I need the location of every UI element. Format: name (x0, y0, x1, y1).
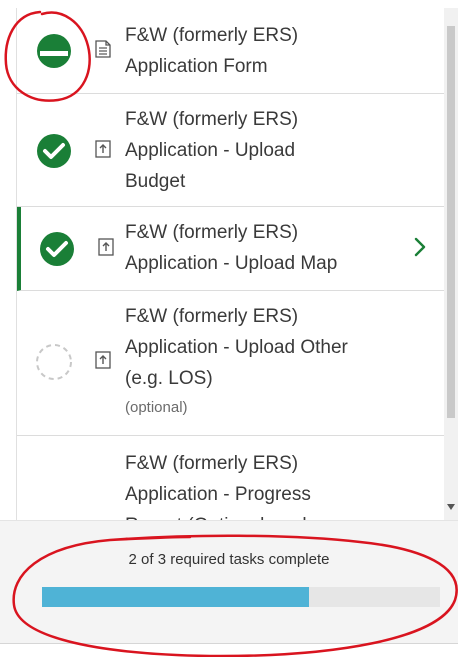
progress-label: 2 of 3 required tasks complete (128, 551, 330, 568)
not-started-status-icon (36, 344, 72, 380)
task-line: F&W (formerly ERS) (125, 306, 299, 327)
task-line: Budget (125, 171, 186, 192)
progress-footer: 2 of 3 required tasks complete (0, 520, 458, 644)
task-line: Application - Upload (125, 140, 296, 161)
scrollbar-thumb[interactable] (447, 26, 455, 418)
task-label: F&W (formerly ERS) Application - Upload … (125, 104, 409, 197)
optional-label: (optional) (125, 399, 188, 416)
task-line: Application - Upload Map (125, 253, 338, 274)
task-label: F&W (formerly ERS) Application Form (125, 20, 409, 82)
task-item[interactable]: F&W (formerly ERS) Application - Upload … (17, 291, 445, 436)
task-list: F&W (formerly ERS) Application Form F&W … (16, 8, 446, 520)
progress-bar-fill (42, 587, 309, 607)
upload-icon (98, 238, 114, 256)
task-line: (e.g. LOS) (125, 368, 213, 389)
task-item[interactable]: F&W (formerly ERS) Application Form (17, 8, 445, 94)
upload-icon (95, 351, 111, 369)
task-line: Application - Upload Other (125, 337, 348, 358)
document-icon (95, 40, 111, 58)
scroll-down-arrow-icon[interactable] (447, 504, 455, 510)
scrollbar[interactable] (444, 8, 458, 520)
divider (0, 643, 458, 644)
check-circle-icon (37, 134, 71, 168)
task-label: F&W (formerly ERS) Application - Progres… (125, 448, 409, 520)
task-line: F&W (formerly ERS) (125, 25, 299, 46)
task-line: F&W (formerly ERS) (125, 109, 299, 130)
progress-bar (42, 587, 440, 607)
partial-status-icon (37, 34, 71, 68)
task-item[interactable]: F&W (formerly ERS) Application - Progres… (17, 436, 445, 520)
upload-icon (95, 140, 111, 158)
task-line: F&W (formerly ERS) (125, 453, 299, 474)
task-line: F&W (formerly ERS) (125, 222, 299, 243)
task-line: Report (Optional - only (125, 510, 409, 520)
task-label: F&W (formerly ERS) Application - Upload … (125, 301, 409, 422)
task-line: Application Form (125, 56, 268, 77)
task-item[interactable]: F&W (formerly ERS) Application - Upload … (17, 94, 445, 207)
check-circle-icon (40, 232, 74, 266)
task-label: F&W (formerly ERS) Application - Upload … (125, 217, 409, 279)
chevron-right-icon[interactable] (413, 237, 427, 257)
task-line: Application - Progress (125, 484, 311, 505)
task-item-active[interactable]: F&W (formerly ERS) Application - Upload … (17, 207, 445, 291)
